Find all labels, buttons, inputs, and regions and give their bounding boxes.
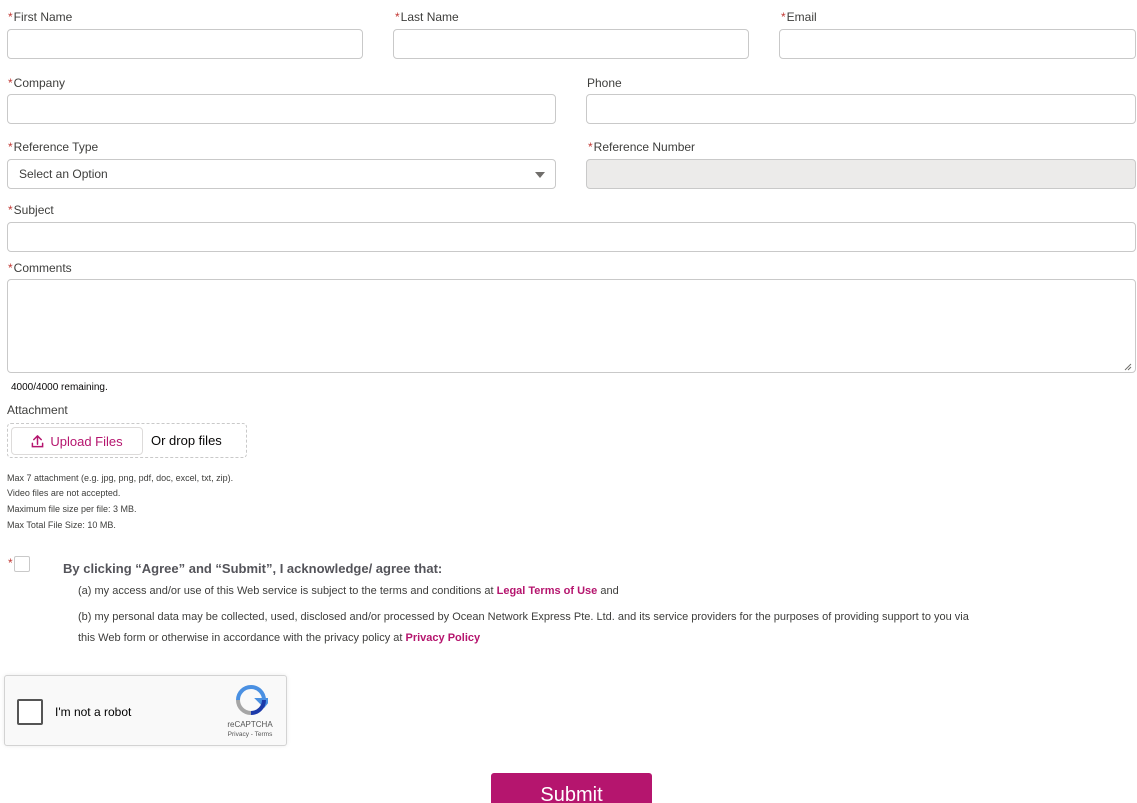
attachment-help-1: Max 7 attachment (e.g. jpg, png, pdf, do… [7, 473, 234, 483]
upload-icon [32, 434, 44, 447]
attachment-help-3: Maximum file size per file: 3 MB. [7, 504, 137, 514]
consent-line-c: this Web form or otherwise in accordance… [78, 632, 481, 644]
file-dropzone[interactable]: Upload Files Or drop files [7, 423, 247, 458]
first-name-input[interactable] [7, 29, 363, 59]
email-label: *Email [781, 10, 817, 24]
attachment-label: Attachment [7, 403, 68, 417]
reference-number-input [586, 159, 1136, 189]
attachment-help-2: Video files are not accepted. [7, 488, 121, 498]
consent-line-b: (b) my personal data may be collected, u… [78, 611, 969, 623]
company-input[interactable] [7, 94, 556, 124]
recaptcha-brand: reCAPTCHA [227, 720, 273, 729]
chevron-down-icon [535, 172, 545, 178]
resize-handle-icon[interactable] [1124, 363, 1132, 371]
privacy-policy-link[interactable]: Privacy Policy [406, 632, 481, 644]
consent-line-a: (a) my access and/or use of this Web ser… [78, 585, 619, 597]
reference-number-label: *Reference Number [588, 140, 696, 154]
reference-type-value: Select an Option [19, 167, 108, 181]
drop-files-text: Or drop files [151, 433, 222, 448]
recaptcha-label: I'm not a robot [55, 705, 132, 719]
last-name-input[interactable] [393, 29, 749, 59]
phone-input[interactable] [586, 94, 1136, 124]
recaptcha-logo-icon [236, 685, 268, 715]
submit-button[interactable]: Submit [491, 773, 652, 803]
subject-label: *Subject [8, 203, 54, 217]
legal-terms-link[interactable]: Legal Terms of Use [497, 585, 598, 597]
email-input[interactable] [779, 29, 1136, 59]
phone-label: Phone [587, 76, 622, 90]
required-marker: * [588, 140, 593, 154]
consent-heading: By clicking “Agree” and “Submit”, I ackn… [63, 561, 443, 576]
subject-input[interactable] [7, 222, 1136, 252]
agree-checkbox[interactable] [14, 556, 30, 572]
agree-required-marker: * [8, 556, 13, 570]
reference-type-label: *Reference Type [8, 140, 99, 154]
required-marker: * [8, 140, 13, 154]
upload-files-label: Upload Files [50, 433, 123, 449]
recaptcha-checkbox[interactable] [17, 699, 43, 725]
required-marker: * [8, 203, 13, 217]
company-label: *Company [8, 76, 66, 90]
required-marker: * [8, 261, 13, 275]
attachment-help-4: Max Total File Size: 10 MB. [7, 520, 116, 530]
recaptcha-widget: I'm not a robot reCAPTCHA Privacy - Term… [4, 675, 287, 746]
required-marker: * [781, 10, 786, 24]
comments-textarea[interactable] [7, 279, 1136, 373]
upload-files-button[interactable]: Upload Files [11, 427, 143, 455]
last-name-label: *Last Name [395, 10, 459, 24]
required-marker: * [395, 10, 400, 24]
required-marker: * [8, 76, 13, 90]
comments-label: *Comments [8, 261, 72, 275]
comments-counter: 4000/4000 remaining. [11, 382, 108, 393]
first-name-label: *First Name [8, 10, 73, 24]
reference-type-select[interactable]: Select an Option [7, 159, 556, 189]
required-marker: * [8, 10, 13, 24]
recaptcha-privacy-terms[interactable]: Privacy - Terms [210, 731, 290, 738]
